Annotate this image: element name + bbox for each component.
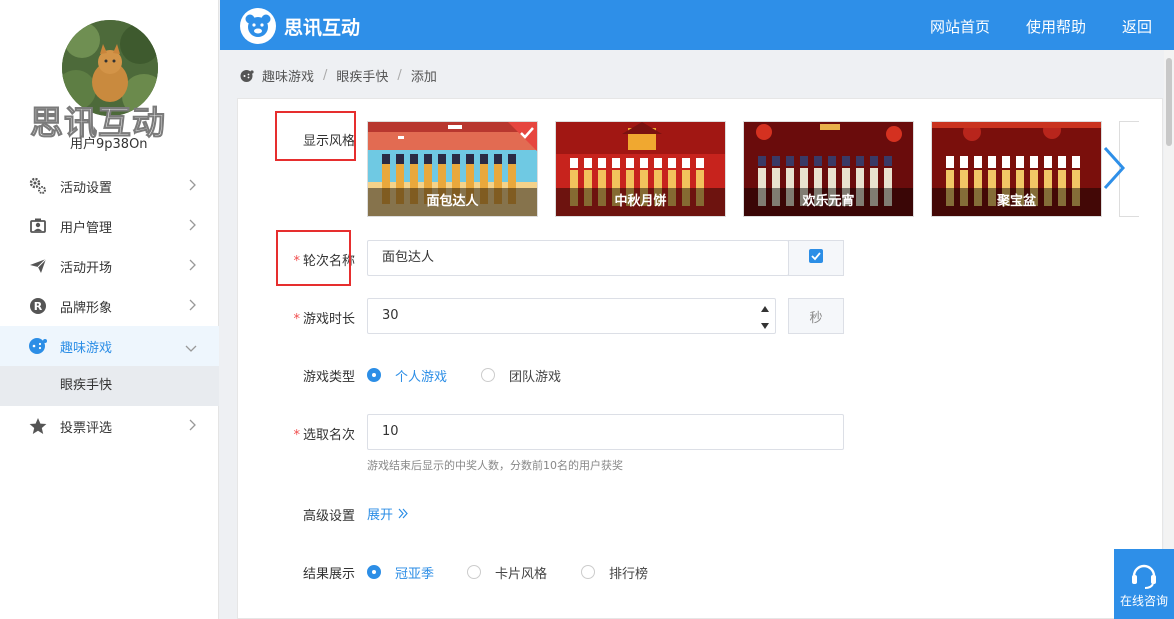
checkbox-checked-icon[interactable] xyxy=(809,249,823,267)
gears-icon xyxy=(28,176,48,196)
spinner-down-icon[interactable] xyxy=(760,319,770,334)
svg-text:R: R xyxy=(34,300,43,313)
scrollbar-thumb[interactable] xyxy=(1166,58,1172,146)
spinner-up-icon[interactable] xyxy=(760,302,770,317)
round-name-input[interactable]: 面包达人 xyxy=(367,240,789,276)
game-icon xyxy=(28,336,48,356)
advanced-label: 高级设置 xyxy=(302,509,355,524)
result-option-podium[interactable]: 冠亚季 xyxy=(395,563,434,582)
sidebar-item-voting[interactable]: 投票评选 xyxy=(0,406,219,446)
nav-help-link[interactable]: 使用帮助 xyxy=(1026,16,1086,37)
duration-unit: 秒 xyxy=(788,298,844,334)
sidebar: 思讯互动 用户9p38On 活动设置 用户管理 活动开场 R 品牌形象 趣味游戏 xyxy=(0,0,219,619)
sidebar-subitem-eye-hand[interactable]: 眼疾手快 xyxy=(0,366,219,406)
duration-input[interactable]: 30 xyxy=(367,298,776,334)
game-type-label: 游戏类型 xyxy=(302,370,355,385)
breadcrumb-current: 添加 xyxy=(410,70,437,85)
breadcrumb-item[interactable]: 眼疾手快 xyxy=(336,66,388,85)
theme-name: 聚宝盆 xyxy=(932,188,1101,216)
sidebar-item-label: 活动开场 xyxy=(60,260,113,276)
advanced-toggle-label: 展开 xyxy=(367,508,394,523)
result-option-card[interactable]: 卡片风格 xyxy=(495,563,547,582)
duration-label: * 游戏时长 xyxy=(293,312,355,327)
headset-icon xyxy=(1114,549,1174,594)
breadcrumb-separator: / xyxy=(323,68,328,83)
chevron-right-icon xyxy=(189,219,197,235)
registered-icon: R xyxy=(28,296,48,316)
advanced-toggle[interactable]: 展开 xyxy=(367,504,408,523)
online-consult-button[interactable]: 在线咨询 xyxy=(1114,549,1174,619)
sidebar-item-label: 品牌形象 xyxy=(60,300,113,316)
sidebar-item-user-management[interactable]: 用户管理 xyxy=(0,206,219,246)
header-brand[interactable]: 思讯互动 xyxy=(240,8,360,44)
game-type-radio-team[interactable] xyxy=(481,368,495,382)
result-radio-ranking[interactable] xyxy=(581,565,595,579)
bear-logo-icon xyxy=(240,8,276,44)
user-card-icon xyxy=(28,216,48,236)
game-type-option-individual[interactable]: 个人游戏 xyxy=(395,366,447,385)
sidebar-item-label: 活动设置 xyxy=(60,180,113,196)
winners-input[interactable]: 10 xyxy=(367,414,844,450)
breadcrumb: 趣味游戏 / 眼疾手快 / 添加 xyxy=(240,66,437,85)
sidebar-item-activity-settings[interactable]: 活动设置 xyxy=(0,166,219,206)
game-icon xyxy=(240,69,254,83)
round-name-checkbox-addon[interactable] xyxy=(788,240,844,276)
sidebar-item-label: 投票评选 xyxy=(60,420,113,436)
double-chevron-right-icon xyxy=(398,508,408,519)
sidebar-item-activity-opening[interactable]: 活动开场 xyxy=(0,246,219,286)
breadcrumb-item[interactable]: 趣味游戏 xyxy=(262,66,314,85)
game-type-option-team[interactable]: 团队游戏 xyxy=(509,366,561,385)
chevron-right-icon xyxy=(189,299,197,315)
nav-home-link[interactable]: 网站首页 xyxy=(930,16,990,37)
page-scrollbar[interactable] xyxy=(1164,50,1174,619)
sidebar-item-label: 用户管理 xyxy=(60,220,113,236)
username: 用户9p38On xyxy=(70,137,148,152)
theme-card-lantern[interactable]: 欢乐元宵 xyxy=(743,121,914,217)
carousel-next-icon[interactable] xyxy=(1101,146,1127,194)
theme-card-treasure[interactable]: 聚宝盆 xyxy=(931,121,1102,217)
star-icon xyxy=(28,416,48,436)
theme-card-mooncake[interactable]: 中秋月饼 xyxy=(555,121,726,217)
paper-plane-icon xyxy=(28,256,48,276)
theme-name: 欢乐元宵 xyxy=(744,188,913,216)
result-radio-podium[interactable] xyxy=(367,565,381,579)
winners-label: * 选取名次 xyxy=(293,428,355,443)
top-header: 思讯互动 网站首页 使用帮助 返回 xyxy=(220,0,1174,50)
highlight-box xyxy=(276,230,351,286)
online-consult-label: 在线咨询 xyxy=(1119,594,1168,608)
game-type-radio-individual[interactable] xyxy=(367,368,381,382)
theme-name: 面包达人 xyxy=(368,188,537,216)
theme-card-bread[interactable]: 面包达人 xyxy=(367,121,538,217)
header-brand-name: 思讯互动 xyxy=(284,16,361,39)
chevron-right-icon xyxy=(189,179,197,195)
chevron-right-icon xyxy=(189,419,197,435)
chevron-down-icon xyxy=(185,342,197,357)
sidebar-item-brand-image[interactable]: R 品牌形象 xyxy=(0,286,219,326)
breadcrumb-separator: / xyxy=(397,68,402,83)
highlight-box xyxy=(275,111,356,161)
nav-back-link[interactable]: 返回 xyxy=(1122,16,1152,37)
result-display-label: 结果展示 xyxy=(302,567,355,582)
sidebar-item-fun-games[interactable]: 趣味游戏 xyxy=(0,326,219,366)
winners-help-text: 游戏结束后显示的中奖人数，分数前10名的用户获奖 xyxy=(367,459,623,472)
sidebar-item-label: 趣味游戏 xyxy=(60,340,113,356)
result-option-ranking[interactable]: 排行榜 xyxy=(609,563,648,582)
chevron-right-icon xyxy=(189,259,197,275)
result-radio-card[interactable] xyxy=(467,565,481,579)
theme-name: 中秋月饼 xyxy=(556,188,725,216)
